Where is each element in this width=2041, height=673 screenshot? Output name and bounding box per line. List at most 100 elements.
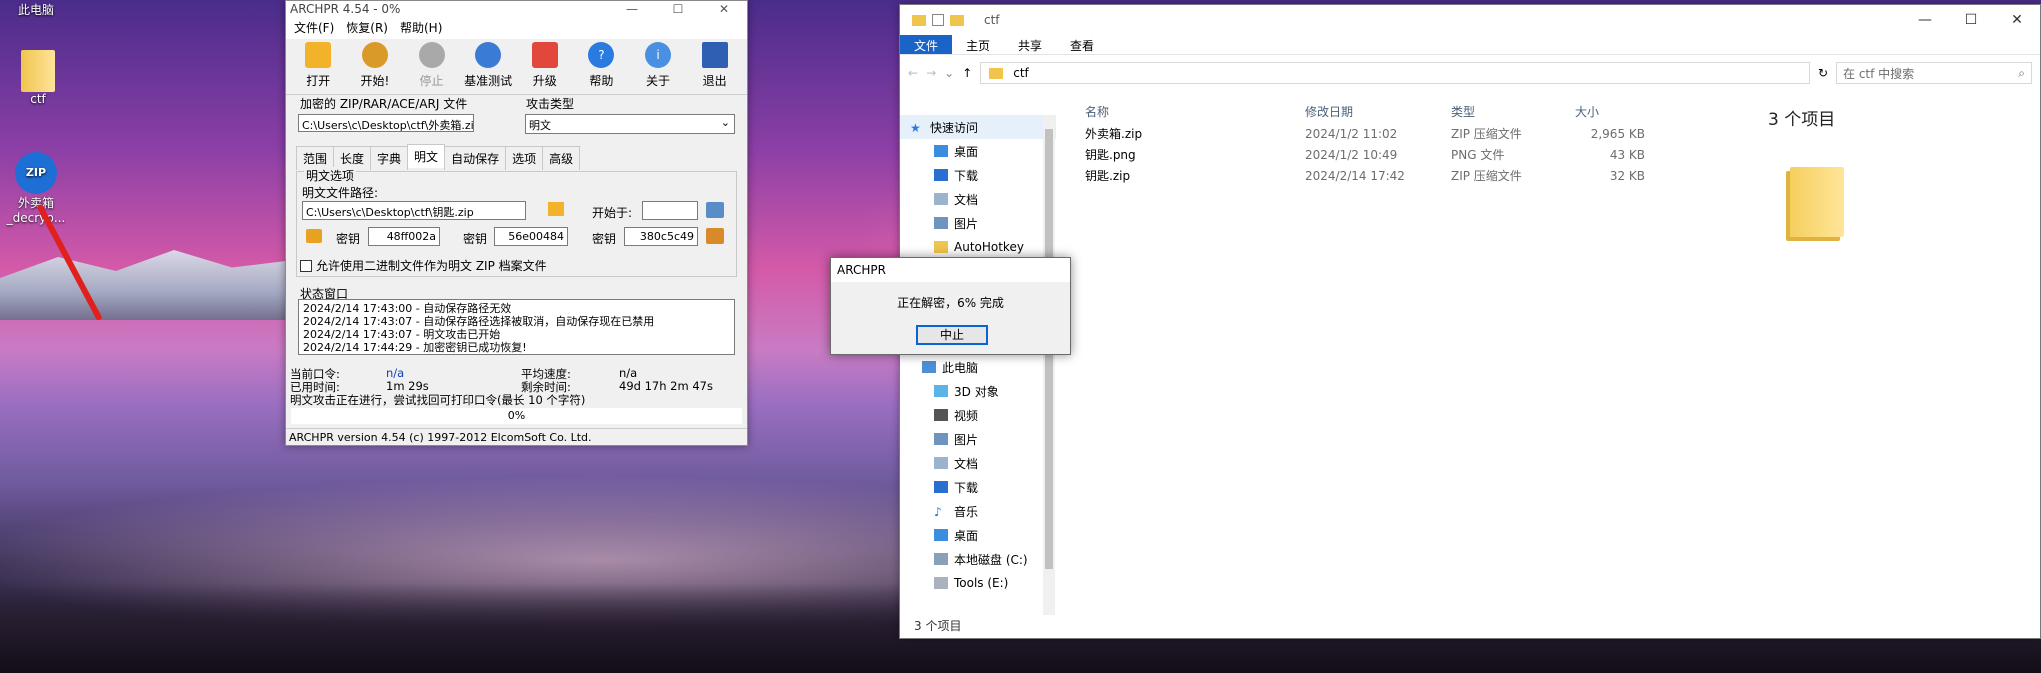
tab-home[interactable]: 主页 (952, 35, 1004, 54)
nav-downloads-pc[interactable]: 下载 (900, 475, 1056, 499)
start-at-input[interactable] (642, 201, 698, 220)
nav-documents[interactable]: 文档 (900, 187, 1056, 211)
tab-advanced[interactable]: 高级 (542, 146, 581, 170)
nav-pictures-pc[interactable]: 图片 (900, 427, 1056, 451)
nav-local-disk-c[interactable]: 本地磁盘 (C:) (900, 547, 1056, 571)
maximize-icon[interactable]: ☐ (655, 2, 701, 16)
desktop-icon-this-pc[interactable]: 此电脑 (0, 1, 74, 18)
column-date[interactable]: 修改日期 (1305, 103, 1451, 120)
picture-icon (934, 433, 948, 445)
exit-button[interactable]: 退出 (686, 41, 743, 92)
remaining-value: 49d 17h 2m 47s (619, 379, 713, 393)
tab-share[interactable]: 共享 (1004, 35, 1056, 54)
help-icon: ? (588, 42, 615, 68)
stop-button[interactable]: 停止 (403, 41, 460, 92)
music-icon: ♪ (934, 505, 942, 519)
close-icon[interactable]: ✕ (1994, 12, 2040, 28)
desktop-icon-zip-file[interactable]: ZIP 外卖箱_decryp... (0, 152, 74, 225)
nav-3d-objects[interactable]: 3D 对象 (900, 379, 1056, 403)
chevron-down-icon[interactable]: ⌄ (944, 66, 954, 80)
open-button[interactable]: 打开 (290, 41, 347, 92)
menu-recover[interactable]: 恢复(R) (346, 19, 388, 36)
start-button[interactable]: 开始! (347, 41, 404, 92)
nav-pictures[interactable]: 图片 (900, 211, 1056, 235)
about-button[interactable]: i 关于 (630, 41, 687, 92)
tab-view[interactable]: 查看 (1056, 35, 1108, 54)
nav-desktop[interactable]: 桌面 (900, 139, 1056, 163)
nav-autohotkey[interactable]: AutoHotkey (900, 235, 1056, 259)
back-icon[interactable]: ← (908, 66, 918, 80)
key-icon[interactable] (306, 229, 322, 243)
log-line: 2024/2/14 17:43:07 - 明文攻击已开始 (303, 328, 501, 341)
key1-input[interactable]: 48ff002a (368, 227, 440, 246)
upgrade-button[interactable]: 升级 (517, 41, 574, 92)
column-type[interactable]: 类型 (1451, 103, 1575, 120)
column-name[interactable]: 名称 (1065, 103, 1305, 120)
start-at-label: 开始于: (592, 206, 633, 220)
tab-dictionary[interactable]: 字典 (370, 146, 409, 170)
allow-binary-checkbox[interactable]: 允许使用二进制文件作为明文 ZIP 档案文件 (300, 257, 547, 274)
settings-icon[interactable] (706, 202, 724, 218)
menu-file[interactable]: 文件(F) (294, 19, 334, 36)
maximize-icon[interactable]: ☐ (1948, 12, 1994, 28)
encrypted-file-input[interactable]: C:\Users\c\Desktop\ctf\外卖箱.zip (298, 114, 474, 132)
search-input[interactable]: 在 ctf 中搜索 ⌕ (1836, 62, 2032, 84)
file-name: 外卖箱.zip (1085, 127, 1143, 141)
forward-icon[interactable]: → (926, 66, 936, 80)
star-icon: ★ (910, 121, 921, 135)
tab-plaintext[interactable]: 明文 (407, 144, 446, 168)
tab-options[interactable]: 选项 (505, 146, 544, 170)
browse-folder-icon[interactable] (548, 202, 564, 216)
refresh-icon[interactable]: ↻ (1818, 66, 1828, 80)
minimize-icon[interactable]: — (1902, 12, 1948, 28)
file-type: PNG 文件 (1451, 148, 1505, 162)
stop-icon (418, 42, 445, 68)
desktop-icon (934, 529, 948, 541)
column-size[interactable]: 大小 (1575, 103, 1645, 120)
desktop-icon-ctf-folder[interactable]: ctf (0, 50, 76, 106)
key3-input[interactable]: 380c5c49 (624, 227, 698, 246)
file-row[interactable]: 钥匙.png 2024/1/2 10:49 PNG 文件 43 KB (1065, 144, 1725, 165)
preview-item-count: 3 个项目 (1768, 110, 1836, 130)
address-bar[interactable]: ctf (980, 62, 1810, 84)
elapsed-value: 1m 29s (386, 379, 429, 393)
up-icon[interactable]: ↑ (962, 66, 972, 80)
zip-file-icon: ZIP (15, 152, 57, 194)
nav-music[interactable]: ♪ 音乐 (900, 499, 1056, 523)
tab-autosave[interactable]: 自动保存 (444, 146, 507, 170)
file-type: ZIP 压缩文件 (1451, 127, 1522, 141)
attack-type-select[interactable]: 明文 ⌄ (525, 114, 735, 134)
nav-quick-access[interactable]: ★ 快速访问 (900, 115, 1056, 139)
nav-desktop-pc[interactable]: 桌面 (900, 523, 1056, 547)
nav-scrollbar[interactable] (1043, 115, 1055, 615)
file-type: ZIP 压缩文件 (1451, 169, 1522, 183)
nav-videos[interactable]: 视频 (900, 403, 1056, 427)
benchmark-button[interactable]: 基准测试 (460, 41, 517, 92)
folder-icon (912, 14, 926, 26)
nav-this-pc[interactable]: 此电脑 (900, 355, 1056, 379)
archpr-statusbar: ARCHPR version 4.54 (c) 1997-2012 ElcomS… (286, 428, 747, 445)
current-password-value: n/a (386, 366, 405, 380)
file-row[interactable]: 钥匙.zip 2024/2/14 17:42 ZIP 压缩文件 32 KB (1065, 165, 1725, 186)
nav-documents-pc[interactable]: 文档 (900, 451, 1056, 475)
nav-tools-e[interactable]: Tools (E:) (900, 571, 1056, 595)
abort-button[interactable]: 中止 (916, 325, 988, 345)
avg-speed-value: n/a (619, 366, 638, 380)
nav-downloads[interactable]: 下载 (900, 163, 1056, 187)
plaintext-path-input[interactable]: C:\Users\c\Desktop\ctf\钥匙.zip (302, 201, 526, 220)
key3-label: 密钥 (592, 232, 617, 246)
file-name: 钥匙.png (1085, 148, 1136, 162)
minimize-icon[interactable]: — (609, 2, 655, 16)
file-row[interactable]: 外卖箱.zip 2024/1/2 11:02 ZIP 压缩文件 2,965 KB (1065, 123, 1725, 144)
video-icon (934, 409, 948, 421)
help-button[interactable]: ? 帮助 (573, 41, 630, 92)
close-icon[interactable]: ✕ (701, 2, 747, 16)
status-log[interactable]: 2024/2/14 17:43:00 - 自动保存路径无效 2024/2/14 … (298, 299, 735, 355)
path-segment[interactable]: ctf (1013, 66, 1029, 80)
import-keys-icon[interactable] (706, 228, 724, 244)
key2-input[interactable]: 56e00484 (494, 227, 568, 246)
tab-file[interactable]: 文件 (900, 35, 953, 54)
desktop-icon (934, 145, 948, 157)
archpr-menubar: 文件(F) 恢复(R) 帮助(H) (286, 16, 747, 39)
menu-help[interactable]: 帮助(H) (400, 19, 442, 36)
